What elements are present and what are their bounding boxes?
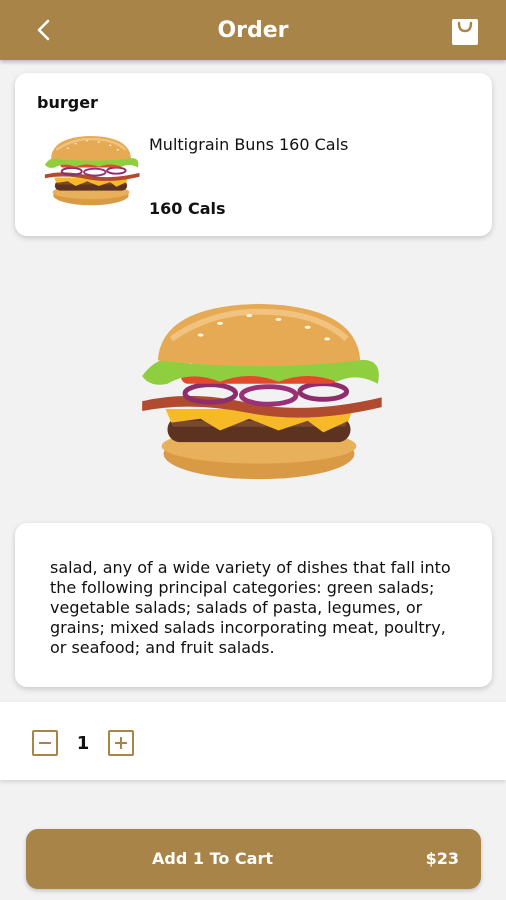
quantity-bar: 1	[0, 702, 506, 780]
chevron-left-icon	[37, 19, 50, 41]
minus-icon	[39, 742, 51, 744]
app-bar: Order	[0, 0, 506, 60]
item-calories: 160 Cals	[149, 199, 226, 218]
back-button[interactable]	[26, 12, 62, 48]
description-card: salad, any of a wide variety of dishes t…	[15, 523, 492, 687]
item-description: salad, any of a wide variety of dishes t…	[50, 558, 451, 657]
increase-quantity-button[interactable]	[108, 730, 134, 756]
shopping-bag-icon	[452, 19, 478, 45]
item-card[interactable]: burger Multigrain Buns 160 Cals 160 Cals	[15, 73, 492, 236]
item-thumbnail	[43, 134, 141, 207]
item-category: burger	[37, 93, 98, 112]
quantity-value: 1	[76, 732, 90, 754]
cart-price: $23	[425, 849, 459, 868]
item-name: Multigrain Buns 160 Cals	[149, 135, 349, 154]
cart-bag-button[interactable]	[448, 13, 482, 47]
add-to-cart-label: Add 1 To Cart	[152, 849, 273, 868]
add-to-cart-button[interactable]: Add 1 To Cart $23	[26, 829, 481, 889]
product-image	[128, 300, 390, 485]
plus-icon	[115, 737, 127, 749]
page-title: Order	[217, 17, 289, 43]
decrease-quantity-button[interactable]	[32, 730, 58, 756]
